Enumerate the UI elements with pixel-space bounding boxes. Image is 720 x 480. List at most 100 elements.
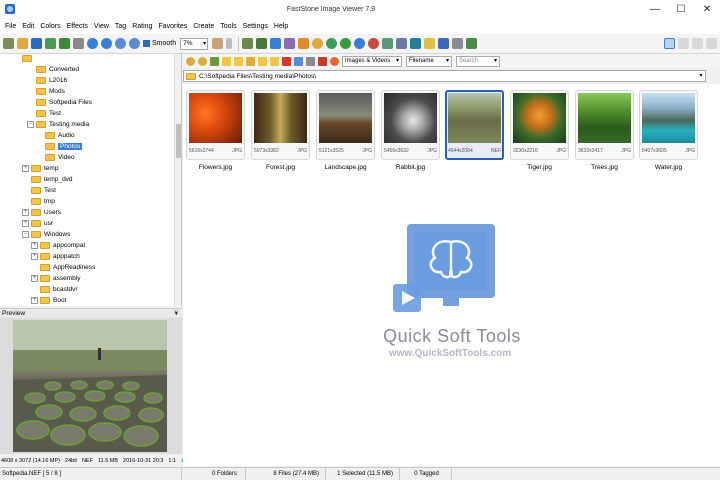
tree-item[interactable]: − Testing media [27, 119, 89, 130]
collapse-icon[interactable]: − [27, 120, 34, 128]
refresh-icon[interactable] [294, 56, 303, 66]
smooth-checkbox[interactable] [143, 40, 150, 47]
folder-icon[interactable] [222, 56, 231, 66]
menu-tools[interactable]: Tools [217, 23, 239, 30]
tree-item[interactable]: Softpedia Files [36, 97, 92, 108]
expand-icon[interactable]: + [31, 241, 38, 249]
thumbnail-selected[interactable]: 4644x2084 NEF [445, 90, 504, 160]
tree-item[interactable]: AppReadiness [40, 262, 95, 273]
back-arrow-icon[interactable] [186, 56, 195, 66]
tag-icon[interactable] [306, 56, 315, 66]
print-icon[interactable] [452, 38, 464, 49]
tree-item[interactable]: + Boot [31, 295, 66, 306]
zoom-in-icon[interactable] [87, 38, 98, 49]
menu-edit[interactable]: Edit [19, 23, 37, 30]
thumbnail[interactable]: 5407x3605 JPG [639, 90, 698, 160]
expand-icon[interactable]: + [22, 208, 29, 216]
menu-tag[interactable]: Tag [112, 23, 129, 30]
tree-item[interactable]: Audio [45, 130, 75, 141]
rating-icon[interactable] [330, 56, 339, 66]
menu-rating[interactable]: Rating [129, 23, 155, 30]
expand-icon[interactable]: + [31, 296, 38, 304]
tree-item[interactable]: + usr [22, 218, 53, 229]
tree-item[interactable]: + temp [22, 163, 58, 174]
layout-full-icon[interactable] [706, 38, 717, 49]
actual-size-icon[interactable] [115, 38, 126, 49]
tree-item[interactable]: bcastdvr [40, 284, 78, 295]
hand-tool-icon[interactable] [212, 38, 224, 49]
new-folder-icon[interactable] [234, 56, 243, 66]
tree-item[interactable]: Test [31, 185, 56, 196]
minimize-button[interactable]: — [642, 0, 668, 18]
smooth-toggle[interactable]: Smooth [143, 40, 176, 47]
batch-icon[interactable] [438, 38, 450, 49]
rotate-left-icon[interactable] [340, 38, 352, 49]
tree-item[interactable]: Converted [36, 64, 79, 75]
save-icon[interactable] [31, 38, 42, 49]
adjust-icon[interactable] [368, 38, 380, 49]
rotate-right-icon[interactable] [354, 38, 366, 49]
layout-preview-icon[interactable] [678, 38, 689, 49]
menu-create[interactable]: Create [190, 23, 217, 30]
slideshow-icon[interactable] [59, 38, 70, 49]
tree-item-selected[interactable]: Photos [45, 141, 83, 152]
favorites-icon[interactable] [246, 56, 255, 66]
thumbnail[interactable]: 5073x3382 JPG [251, 90, 310, 160]
compare-icon[interactable] [396, 38, 408, 49]
copy-icon[interactable] [258, 56, 267, 66]
layout-list-icon[interactable] [692, 38, 703, 49]
zoom-out-icon[interactable] [101, 38, 112, 49]
filter-select[interactable]: Images & Videos [342, 55, 402, 67]
zoom-select[interactable]: 7% [180, 37, 209, 50]
draw-icon[interactable] [284, 38, 296, 49]
thumbnail[interactable]: 3632x2417 JPG [575, 90, 634, 160]
tools-icon[interactable] [410, 38, 422, 49]
menu-help[interactable]: Help [271, 23, 291, 30]
maximize-button[interactable]: ☐ [668, 0, 694, 18]
open-icon[interactable] [17, 38, 28, 49]
thumbnail[interactable]: 3230x2216 JPG [510, 90, 569, 160]
tree-item[interactable]: L2016 [36, 75, 67, 86]
sort-select[interactable]: Filename [406, 55, 452, 67]
stop-icon[interactable] [318, 56, 327, 66]
browse-icon[interactable] [3, 38, 14, 49]
tree-item[interactable]: Test [36, 108, 61, 119]
tree-scrollbar[interactable] [174, 54, 181, 306]
path-dropdown-icon[interactable]: ▾ [696, 70, 706, 82]
menu-effects[interactable]: Effects [64, 23, 91, 30]
thumbnail[interactable]: 5616x3744 JPG [186, 90, 245, 160]
fit-icon[interactable] [73, 38, 84, 49]
preview-image[interactable] [13, 320, 167, 452]
expand-icon[interactable]: + [31, 252, 38, 260]
acquire-icon[interactable] [466, 38, 478, 49]
expand-icon[interactable]: + [22, 164, 29, 172]
tree-item[interactable]: temp_dvd [31, 174, 73, 185]
tree-item[interactable]: + apppatch [31, 251, 80, 262]
move-icon[interactable] [270, 56, 279, 66]
crop-icon[interactable] [242, 38, 254, 49]
resize-icon[interactable] [256, 38, 268, 49]
tree-item[interactable]: Mods [36, 86, 65, 97]
email-icon[interactable] [424, 38, 436, 49]
expand-icon[interactable]: + [31, 274, 38, 282]
save-as-icon[interactable] [45, 38, 56, 49]
forward-arrow-icon[interactable] [198, 56, 207, 66]
tree-item[interactable]: + Users [22, 207, 61, 218]
settings-gear-icon[interactable] [312, 38, 324, 49]
up-folder-icon[interactable] [210, 56, 219, 66]
tree-item[interactable]: + assembly [31, 273, 80, 284]
menu-colors[interactable]: Colors [37, 23, 63, 30]
search-input[interactable]: Search [456, 55, 500, 67]
tree-item[interactable]: tmp [31, 196, 55, 207]
effects-icon[interactable] [298, 38, 310, 49]
canvas-icon[interactable] [270, 38, 282, 49]
tree-item[interactable]: Video [45, 152, 75, 163]
layout-browser-icon[interactable] [664, 38, 675, 49]
close-button[interactable]: ✕ [694, 0, 720, 18]
expand-icon[interactable]: + [22, 219, 29, 227]
fit-window-icon[interactable] [129, 38, 140, 49]
menu-view[interactable]: View [91, 23, 112, 30]
user-icon[interactable] [326, 38, 338, 49]
tree-item[interactable]: − Windows [22, 229, 70, 240]
collapse-icon[interactable]: − [22, 230, 29, 238]
